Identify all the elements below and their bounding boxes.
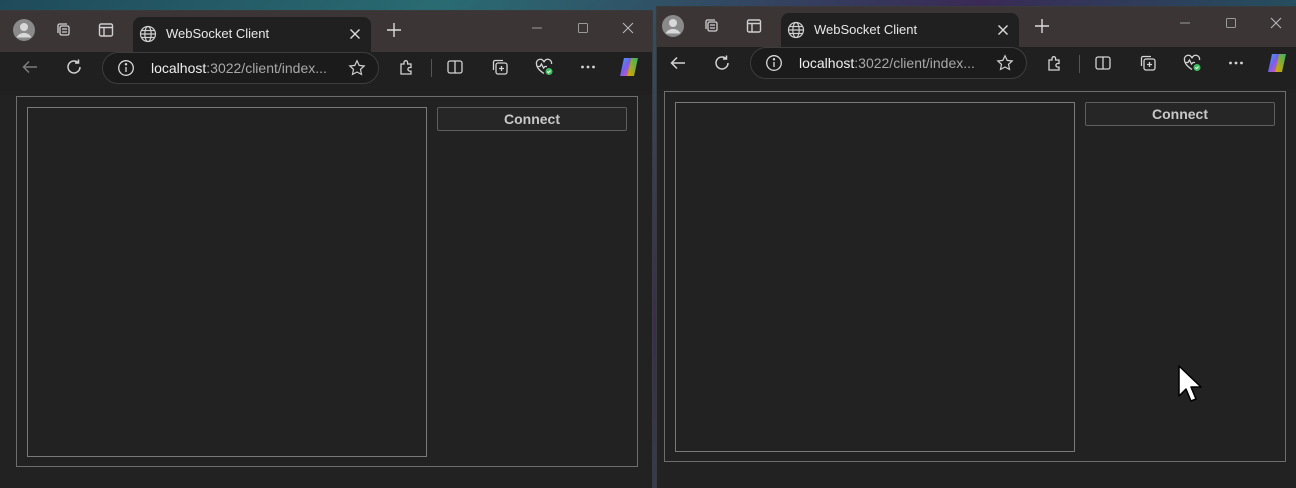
- star-icon[interactable]: [996, 54, 1014, 72]
- tab-websocket-client[interactable]: WebSocket Client: [781, 13, 1019, 48]
- collections-icon[interactable]: [485, 52, 515, 82]
- browser-window-right: WebSocket Client localhost:3022/client/i…: [657, 7, 1296, 488]
- client-panel: Connect: [16, 96, 638, 467]
- copilot-icon[interactable]: [1262, 48, 1292, 78]
- heart-pulse-icon[interactable]: [1177, 48, 1207, 78]
- address-url: localhost:3022/client/index...: [799, 55, 975, 71]
- copilot-icon[interactable]: [614, 52, 644, 82]
- refresh-icon[interactable]: [59, 52, 89, 82]
- puzzle-icon[interactable]: [1040, 48, 1070, 78]
- profile-avatar-icon[interactable]: [8, 14, 40, 46]
- address-path: :3022/client/index...: [206, 60, 327, 76]
- page-content: Connect: [0, 95, 652, 488]
- vertical-tabs-icon[interactable]: [738, 10, 770, 42]
- close-icon[interactable]: [606, 13, 650, 43]
- address-bar[interactable]: localhost:3022/client/index...: [102, 52, 379, 84]
- plus-icon[interactable]: [1028, 12, 1056, 40]
- star-icon[interactable]: [348, 59, 366, 77]
- client-panel: Connect: [664, 91, 1286, 462]
- address-bar[interactable]: localhost:3022/client/index...: [750, 47, 1027, 79]
- close-icon[interactable]: [345, 24, 365, 44]
- maximize-icon[interactable]: [1209, 8, 1253, 38]
- maximize-icon[interactable]: [561, 13, 605, 43]
- tab-title: WebSocket Client: [166, 26, 270, 41]
- split-screen-icon[interactable]: [440, 52, 470, 82]
- puzzle-icon[interactable]: [392, 52, 422, 82]
- tab-strip: WebSocket Client: [0, 11, 652, 52]
- info-icon[interactable]: [117, 59, 135, 77]
- toolbar-divider: [431, 59, 432, 77]
- info-icon[interactable]: [765, 54, 783, 72]
- address-host: localhost: [151, 60, 207, 76]
- tab-title: WebSocket Client: [814, 22, 918, 37]
- connect-button[interactable]: Connect: [437, 107, 627, 131]
- connect-button[interactable]: Connect: [1085, 102, 1275, 126]
- split-screen-icon[interactable]: [1088, 48, 1118, 78]
- globe-icon: [787, 21, 805, 39]
- address-host: localhost: [799, 55, 855, 71]
- more-dots-icon[interactable]: [1221, 48, 1251, 78]
- navigation-toolbar: localhost:3022/client/index...: [0, 52, 652, 100]
- back-arrow-icon[interactable]: [15, 52, 45, 82]
- plus-icon[interactable]: [380, 16, 408, 44]
- page-content: Connect: [657, 89, 1296, 488]
- navigation-toolbar: localhost:3022/client/index...: [657, 47, 1296, 95]
- close-icon[interactable]: [993, 20, 1013, 40]
- toolbar-divider: [1079, 55, 1080, 73]
- workspaces-icon[interactable]: [48, 14, 80, 46]
- mouse-cursor-icon: [1177, 364, 1203, 404]
- workspaces-icon[interactable]: [696, 10, 728, 42]
- minimize-icon[interactable]: [515, 13, 559, 43]
- browser-window-left: WebSocket Client localhost:3022/client/i…: [0, 11, 652, 488]
- back-arrow-icon[interactable]: [663, 48, 693, 78]
- minimize-icon[interactable]: [1163, 8, 1207, 38]
- globe-icon: [139, 25, 157, 43]
- address-path: :3022/client/index...: [854, 55, 975, 71]
- heart-pulse-icon[interactable]: [529, 52, 559, 82]
- tab-strip: WebSocket Client: [657, 7, 1296, 48]
- tab-websocket-client[interactable]: WebSocket Client: [133, 17, 371, 52]
- collections-icon[interactable]: [1133, 48, 1163, 78]
- message-log[interactable]: [675, 102, 1075, 452]
- refresh-icon[interactable]: [707, 48, 737, 78]
- profile-avatar-icon[interactable]: [657, 10, 689, 42]
- more-dots-icon[interactable]: [573, 52, 603, 82]
- message-log[interactable]: [27, 107, 427, 457]
- vertical-tabs-icon[interactable]: [90, 14, 122, 46]
- close-icon[interactable]: [1254, 8, 1296, 38]
- address-url: localhost:3022/client/index...: [151, 60, 327, 76]
